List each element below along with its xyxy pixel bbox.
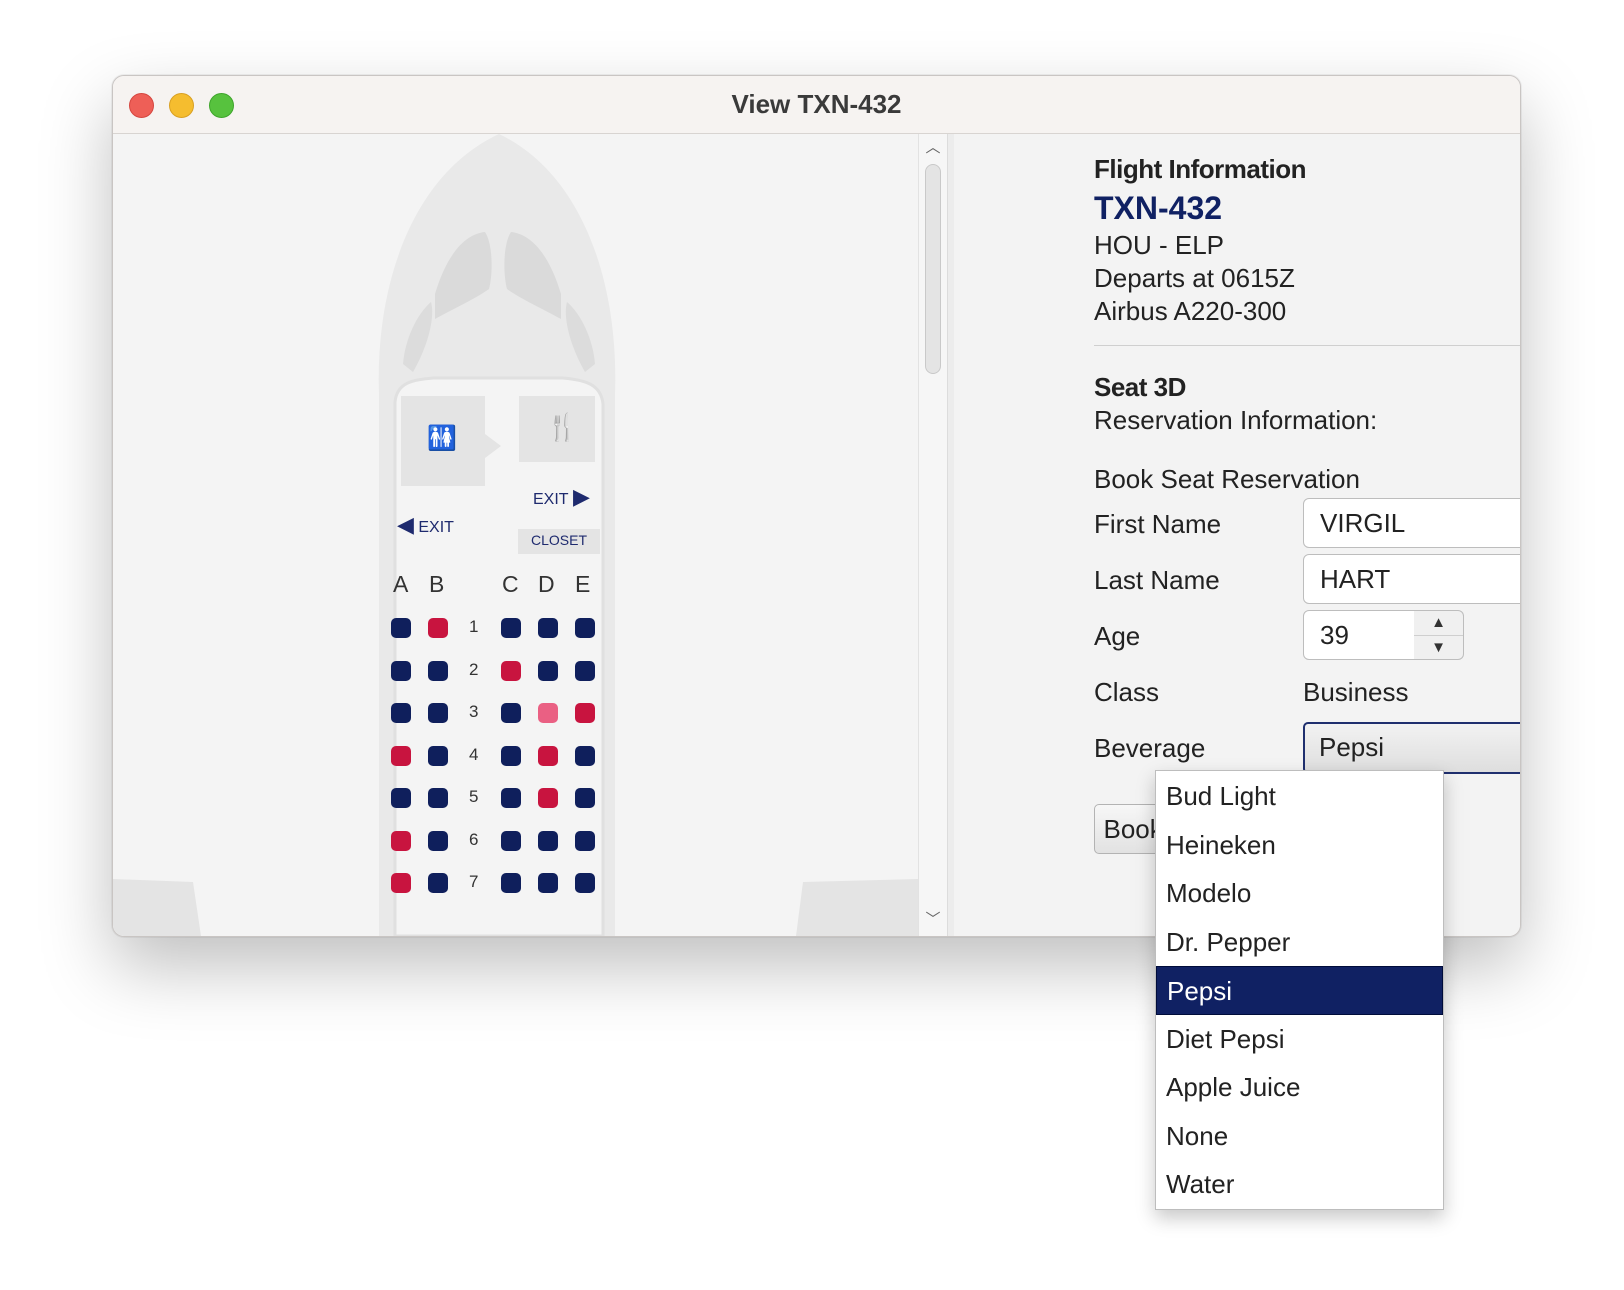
flight-code: TXN-432: [1094, 190, 1223, 226]
arrow-left-icon: ◀: [397, 512, 414, 537]
beverage-selected-value: Pepsi: [1319, 732, 1385, 762]
seat-1c[interactable]: [501, 618, 521, 638]
age-field[interactable]: 39: [1303, 610, 1415, 660]
beverage-option[interactable]: Pepsi: [1156, 966, 1443, 1015]
seat-6d[interactable]: [538, 830, 558, 851]
flight-route: HOU - ELP: [1094, 230, 1225, 260]
seat-4e[interactable]: [575, 745, 595, 766]
seat-1b[interactable]: [428, 618, 448, 638]
scroll-down-icon[interactable]: ﹀: [919, 908, 947, 932]
scroll-up-icon[interactable]: ︿: [919, 136, 947, 160]
beverage-select[interactable]: Pepsi ▼: [1303, 722, 1520, 774]
column-label-e: E: [575, 571, 591, 597]
row-number: 6: [469, 829, 479, 849]
column-label-b: B: [429, 571, 445, 597]
beverage-option[interactable]: Heineken: [1156, 821, 1443, 870]
seat-6b[interactable]: [428, 830, 448, 851]
exit-right-label: EXIT: [533, 491, 569, 508]
beverage-option[interactable]: Diet Pepsi: [1156, 1015, 1443, 1064]
seat-3a[interactable]: [391, 703, 411, 723]
beverage-option[interactable]: Apple Juice: [1156, 1063, 1443, 1112]
seat-6c[interactable]: [501, 830, 521, 851]
flight-info-heading: Flight Information: [1094, 154, 1306, 184]
reservation-info-label: Reservation Information:: [1094, 405, 1378, 435]
increment-icon[interactable]: ▲: [1414, 611, 1463, 636]
seat-2b[interactable]: [428, 660, 448, 681]
seat-6a[interactable]: [391, 830, 411, 851]
seat-6e[interactable]: [575, 830, 595, 851]
seat-3b[interactable]: [428, 703, 448, 723]
beverage-option[interactable]: None: [1156, 1112, 1443, 1161]
column-label-c: C: [502, 571, 519, 597]
seat-5d[interactable]: [538, 788, 558, 808]
seat-4d[interactable]: [538, 745, 558, 766]
aircraft-outline: [113, 134, 918, 936]
seat-2c[interactable]: [501, 660, 521, 681]
flight-aircraft: Airbus A220-300: [1094, 296, 1287, 326]
fork-knife-icon: 🍴: [546, 412, 579, 442]
seat-2e[interactable]: [575, 660, 595, 681]
first-name-label: First Name: [1094, 509, 1222, 539]
row-number: 2: [469, 659, 479, 679]
column-label-a: A: [393, 571, 409, 597]
arrow-right-icon: ▶: [573, 484, 590, 509]
seat-map-panel: 🚻 🍴 EXIT ▶ ◀ EXIT CLOSET AB CDE 1 2 3 4 5 6 7: [113, 134, 918, 936]
seat-1e[interactable]: [575, 618, 595, 638]
exit-right: EXIT ▶: [533, 484, 590, 510]
beverage-option[interactable]: Dr. Pepper: [1156, 918, 1443, 967]
beverage-option[interactable]: Modelo: [1156, 869, 1443, 918]
seat-3d[interactable]: [538, 703, 558, 723]
age-stepper[interactable]: ▲ ▼: [1414, 610, 1464, 660]
seat-3c[interactable]: [501, 703, 521, 723]
beverage-option[interactable]: Water: [1156, 1160, 1443, 1209]
exit-left: ◀ EXIT: [397, 512, 454, 538]
row-number: 4: [469, 744, 479, 764]
title-bar: View TXN-432: [113, 76, 1520, 134]
row-number: 3: [469, 702, 479, 721]
last-name-field[interactable]: HART: [1303, 554, 1520, 604]
seat-1d[interactable]: [538, 618, 558, 638]
class-label: Class: [1094, 677, 1160, 707]
column-label-d: D: [538, 571, 555, 597]
seat-1a[interactable]: [391, 618, 411, 638]
seat-4a[interactable]: [391, 745, 411, 766]
class-value: Business: [1303, 677, 1409, 707]
seat-2a[interactable]: [391, 660, 411, 681]
seat-title: Seat 3D: [1094, 372, 1186, 402]
seat-7b[interactable]: [428, 873, 448, 893]
seat-2d[interactable]: [538, 660, 558, 681]
scroll-thumb[interactable]: [925, 164, 941, 374]
exit-left-label: EXIT: [418, 519, 454, 536]
seat-7d[interactable]: [538, 873, 558, 893]
last-name-label: Last Name: [1094, 565, 1220, 595]
seat-4c[interactable]: [501, 745, 521, 766]
seat-5a[interactable]: [391, 788, 411, 808]
first-name-field[interactable]: VIRGIL: [1303, 498, 1520, 548]
closet-label: CLOSET: [530, 532, 587, 548]
seat-4b[interactable]: [428, 745, 448, 766]
seat-5b[interactable]: [428, 788, 448, 808]
window-title: View TXN-432: [731, 89, 902, 119]
seat-5e[interactable]: [575, 788, 595, 808]
book-seat-heading: Book Seat Reservation: [1094, 464, 1360, 494]
row-number: 1: [469, 617, 479, 636]
seat-5c[interactable]: [501, 788, 521, 808]
flight-departs: Departs at 0615Z: [1094, 263, 1295, 293]
beverage-label: Beverage: [1094, 733, 1206, 763]
row-number: 5: [469, 787, 479, 806]
seat-7c[interactable]: [501, 873, 521, 893]
decrement-icon[interactable]: ▼: [1414, 636, 1463, 660]
beverage-option[interactable]: Bud Light: [1156, 772, 1443, 821]
seat-7e[interactable]: [575, 873, 595, 893]
seat-3e[interactable]: [575, 703, 595, 723]
row-number: 7: [469, 872, 479, 891]
section-divider: [1094, 345, 1520, 346]
seat-map-scrollbar[interactable]: ︿ ﹀: [918, 134, 948, 936]
restroom-icon: 🚻: [427, 425, 457, 452]
age-label: Age: [1094, 621, 1141, 651]
beverage-dropdown-list: Bud Light Heineken Modelo Dr. Pepper Pepsi Di…: [1155, 770, 1444, 1210]
seat-7a[interactable]: [391, 873, 411, 893]
split-divider[interactable]: [947, 134, 954, 936]
